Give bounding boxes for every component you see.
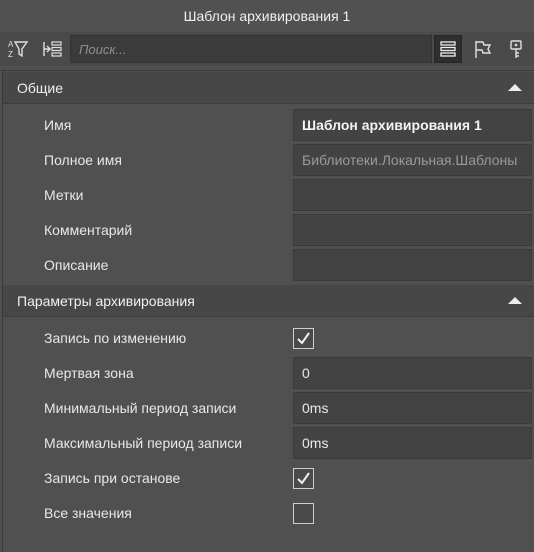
description-field[interactable] bbox=[293, 249, 532, 281]
property-row-record-on-change: Запись по изменению bbox=[3, 320, 534, 355]
property-row-description: Описание bbox=[3, 247, 534, 282]
categorize-button[interactable] bbox=[38, 35, 66, 63]
categorize-icon bbox=[43, 41, 62, 57]
section-general-header[interactable]: Общие bbox=[3, 72, 534, 104]
collapse-arrow-icon[interactable] bbox=[508, 297, 522, 304]
property-label: Имя bbox=[44, 116, 72, 133]
property-row-comment: Комментарий bbox=[3, 212, 534, 247]
flag-button[interactable] bbox=[468, 35, 496, 63]
toolbar: A Z Поиск... bbox=[0, 32, 534, 66]
tags-field[interactable] bbox=[293, 179, 532, 211]
checkmark-icon bbox=[297, 332, 310, 345]
property-row-deadband: Мертвая зона 0 bbox=[3, 355, 534, 390]
property-label: Метки bbox=[44, 186, 84, 203]
search-input[interactable]: Поиск... bbox=[70, 35, 432, 63]
deadband-field[interactable]: 0 bbox=[293, 357, 532, 389]
property-label: Описание bbox=[44, 256, 109, 273]
section-general-title: Общие bbox=[17, 79, 64, 96]
property-row-all-values: Все значения bbox=[3, 495, 534, 530]
svg-text:A: A bbox=[8, 40, 14, 49]
key-button[interactable] bbox=[502, 35, 530, 63]
comment-field[interactable] bbox=[293, 214, 532, 246]
checkmark-icon bbox=[297, 472, 310, 485]
property-row-min-period: Минимальный период записи 0ms bbox=[3, 390, 534, 425]
property-label: Максимальный период записи bbox=[44, 434, 243, 451]
all-values-checkbox[interactable] bbox=[293, 503, 314, 524]
record-on-stop-checkbox[interactable] bbox=[293, 468, 314, 489]
min-period-field[interactable]: 0ms bbox=[293, 392, 532, 424]
section-archive-header[interactable]: Параметры архивирования bbox=[3, 285, 534, 317]
key-icon bbox=[510, 40, 522, 58]
max-period-field[interactable]: 0ms bbox=[293, 427, 532, 459]
property-label: Запись по изменению bbox=[44, 329, 187, 346]
property-label: Комментарий bbox=[44, 221, 133, 238]
property-label: Минимальный период записи bbox=[44, 399, 237, 416]
list-view-button[interactable] bbox=[434, 35, 462, 63]
property-label: Полное имя bbox=[44, 151, 122, 168]
window-title: Шаблон архивирования 1 bbox=[0, 0, 534, 32]
name-field[interactable]: Шаблон архивирования 1 bbox=[293, 109, 532, 141]
property-row-full-name: Полное имя Библиотеки.Локальная.Шаблоны bbox=[3, 142, 534, 177]
sort-filter-icon: A Z bbox=[8, 40, 29, 59]
flag-icon bbox=[475, 41, 492, 58]
svg-text:Z: Z bbox=[8, 50, 13, 59]
property-row-tags: Метки bbox=[3, 177, 534, 212]
property-row-max-period: Максимальный период записи 0ms bbox=[3, 425, 534, 460]
record-on-change-checkbox[interactable] bbox=[293, 328, 314, 349]
property-row-name: Имя Шаблон архивирования 1 bbox=[3, 107, 534, 142]
property-label: Мертвая зона bbox=[44, 364, 134, 381]
property-row-record-on-stop: Запись при останове bbox=[3, 460, 534, 495]
property-label: Все значения bbox=[44, 504, 132, 521]
full-name-field: Библиотеки.Локальная.Шаблоны bbox=[293, 144, 532, 176]
property-label: Запись при останове bbox=[44, 469, 181, 486]
collapse-arrow-icon[interactable] bbox=[508, 84, 522, 91]
sort-filter-button[interactable]: A Z bbox=[4, 35, 32, 63]
section-archive-title: Параметры архивирования bbox=[17, 292, 195, 309]
list-view-icon bbox=[440, 41, 456, 57]
